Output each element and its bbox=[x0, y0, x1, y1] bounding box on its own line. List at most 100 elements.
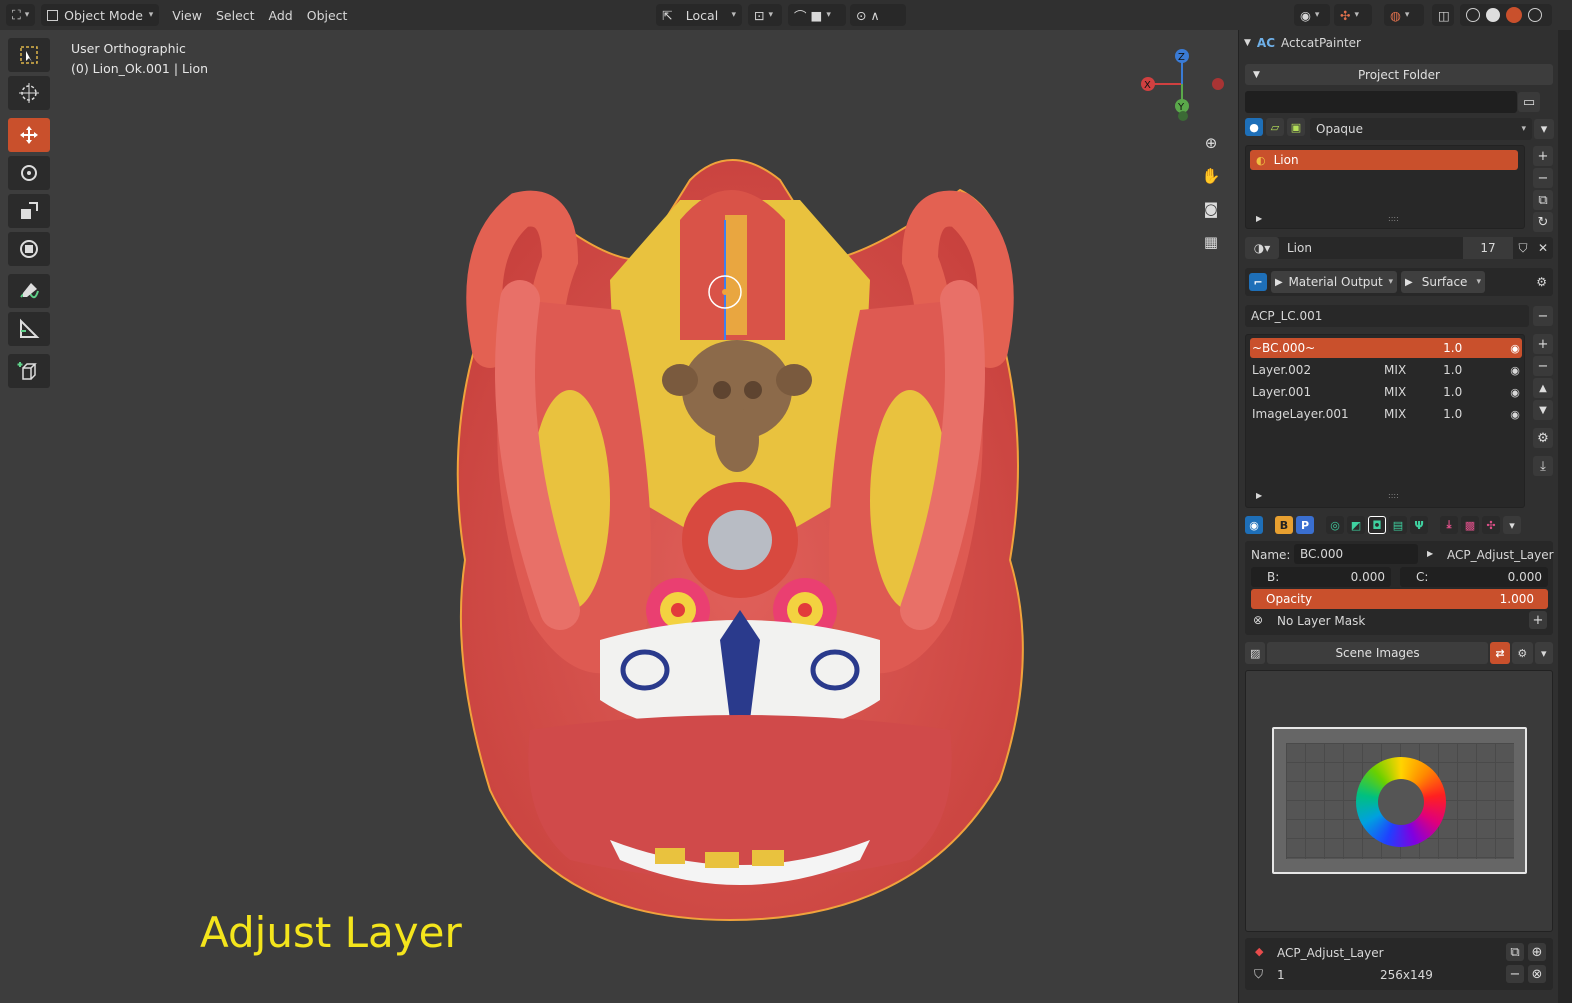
dropdown-icon[interactable]: ▾ bbox=[1534, 642, 1554, 664]
move-layer-up-icon[interactable]: ▲ bbox=[1533, 378, 1553, 398]
rotate-tool[interactable] bbox=[8, 156, 50, 190]
visibility-select[interactable]: ◉ ▾ bbox=[1294, 4, 1330, 26]
camera-icon[interactable]: ◙ bbox=[1197, 195, 1225, 223]
image-layer-icon[interactable]: ▤ bbox=[1389, 516, 1407, 534]
layer-settings-icon[interactable]: ⚙ bbox=[1533, 428, 1553, 448]
transform-layer-icon[interactable]: ✣ bbox=[1482, 516, 1500, 534]
lion-model[interactable] bbox=[440, 140, 1040, 930]
project-folder-path[interactable] bbox=[1245, 91, 1517, 113]
xray-toggle[interactable]: ◫ bbox=[1432, 4, 1454, 26]
adjust-layer-icon[interactable]: ◘ bbox=[1368, 516, 1386, 534]
navigation-gizmo[interactable]: X Z Y bbox=[1136, 46, 1232, 132]
fake-user-icon[interactable]: ⛉ bbox=[1513, 241, 1533, 256]
pan-hand-icon[interactable]: ✋ bbox=[1197, 162, 1225, 190]
editor-type-button[interactable]: ⛶ ▾ bbox=[6, 4, 36, 26]
eye-icon[interactable]: ◉ bbox=[1508, 408, 1522, 421]
pivot-point-select[interactable]: ⊡ ▾ bbox=[748, 4, 782, 26]
remove-collection-icon[interactable]: − bbox=[1533, 306, 1553, 326]
remove-image-icon[interactable]: − bbox=[1506, 965, 1524, 983]
remove-layer-icon[interactable]: − bbox=[1533, 356, 1553, 376]
solid-shading-icon[interactable] bbox=[1486, 8, 1500, 22]
output-node-select[interactable]: ▶ Material Output ▾ bbox=[1271, 271, 1397, 293]
layer-export-icon[interactable]: ⤓ bbox=[1533, 456, 1553, 476]
no-mask-icon[interactable]: ⊗ bbox=[1253, 613, 1263, 627]
image-icon[interactable]: ▨ bbox=[1245, 642, 1266, 664]
node-tree-icon[interactable]: ⌐ bbox=[1249, 273, 1267, 291]
checker-icon[interactable]: ▩ bbox=[1461, 516, 1479, 534]
image-thumbnail[interactable] bbox=[1272, 727, 1527, 874]
addon-panel-header[interactable]: ▼ AC ActcatPainter bbox=[1244, 33, 1556, 53]
move-layer-down-icon[interactable]: ▼ bbox=[1533, 400, 1553, 420]
3d-viewport[interactable]: User Orthographic (0) Lion_Ok.001 | Lion bbox=[0, 30, 1238, 1003]
cursor-tool[interactable] bbox=[8, 76, 50, 110]
measure-tool[interactable] bbox=[8, 312, 50, 346]
bake-layer-icon[interactable]: B bbox=[1275, 516, 1293, 534]
layer-name-field[interactable]: BC.000 bbox=[1294, 544, 1418, 564]
mode-select[interactable]: Object Mode ▾ bbox=[41, 4, 160, 26]
grid-icon[interactable]: ▦ bbox=[1197, 228, 1225, 256]
dropdown-menu-icon[interactable]: ▾ bbox=[1534, 119, 1554, 139]
sidebar-tabs[interactable] bbox=[1558, 30, 1572, 1003]
list-expand-icon[interactable]: ▶ bbox=[1256, 491, 1262, 500]
menu-add[interactable]: Add bbox=[262, 8, 300, 23]
scene-images-button[interactable]: Scene Images bbox=[1267, 642, 1488, 664]
material-selector[interactable]: ◑▾ Lion 17 ⛉ ✕ bbox=[1245, 237, 1553, 259]
add-mask-icon[interactable]: + bbox=[1529, 611, 1547, 629]
image-name[interactable]: ACP_Adjust_Layer bbox=[1277, 946, 1384, 960]
zoom-icon[interactable]: ⊕ bbox=[1197, 129, 1225, 157]
folder-icon[interactable]: ▭ bbox=[1518, 92, 1540, 112]
sync-icon[interactable]: ⇄ bbox=[1489, 642, 1511, 664]
project-folder-toggle[interactable]: ▼ Project Folder bbox=[1245, 64, 1553, 85]
unlink-icon[interactable]: ✕ bbox=[1533, 241, 1553, 255]
layer-collection-field[interactable]: ACP_LC.001 bbox=[1245, 305, 1529, 327]
shading-group[interactable] bbox=[1460, 4, 1552, 26]
list-resize-handle[interactable]: :::: bbox=[1388, 214, 1399, 223]
add-material-icon[interactable]: + bbox=[1533, 146, 1553, 166]
select-box-tool[interactable] bbox=[8, 38, 50, 72]
gradient-layer-icon[interactable]: ◩ bbox=[1347, 516, 1365, 534]
settings-gear-icon[interactable]: ⚙ bbox=[1536, 275, 1547, 289]
list-expand-icon[interactable]: ▶ bbox=[1256, 214, 1262, 223]
material-list-item[interactable]: ◐ Lion bbox=[1250, 150, 1518, 170]
opacity-slider[interactable]: Opacity 1.000 bbox=[1251, 589, 1548, 609]
remove-material-icon[interactable]: − bbox=[1533, 168, 1553, 188]
layer-row[interactable]: Layer.001 MIX 1.0 ◉ bbox=[1250, 382, 1522, 402]
material-browse-icon[interactable]: ◑▾ bbox=[1245, 237, 1279, 259]
material-name[interactable]: Lion bbox=[1279, 241, 1463, 255]
eye-icon[interactable]: ◉ bbox=[1508, 364, 1522, 377]
scale-tool[interactable] bbox=[8, 194, 50, 228]
layer-row[interactable]: ~BC.000~ 1.0 ◉ bbox=[1250, 338, 1522, 358]
annotate-tool[interactable] bbox=[8, 274, 50, 308]
copy-material-icon[interactable]: ⧉ bbox=[1533, 190, 1553, 210]
menu-object[interactable]: Object bbox=[300, 8, 355, 23]
add-cube-tool[interactable] bbox=[8, 354, 50, 388]
new-image-icon[interactable]: ⧉ bbox=[1506, 943, 1524, 961]
refresh-icon[interactable]: ↻ bbox=[1533, 212, 1553, 232]
wireframe-shading-icon[interactable] bbox=[1466, 8, 1480, 22]
move-tool[interactable] bbox=[8, 118, 50, 152]
snap-group[interactable]: ⌒ ■ ▾ bbox=[788, 4, 846, 26]
eye-icon[interactable]: ◉ bbox=[1508, 342, 1522, 355]
mix-layer-icon[interactable]: Ψ bbox=[1410, 516, 1428, 534]
image-settings-icon[interactable]: ⚙ bbox=[1512, 642, 1533, 664]
new-file-icon[interactable]: ▱ bbox=[1266, 118, 1284, 136]
blend-mode-select[interactable]: Opaque ▾ bbox=[1310, 118, 1532, 140]
menu-select[interactable]: Select bbox=[209, 8, 262, 23]
brightness-field[interactable]: B: 0.000 bbox=[1251, 567, 1391, 587]
save-file-icon[interactable]: ▣ bbox=[1287, 118, 1305, 136]
shield-icon[interactable]: ⛉ bbox=[1254, 967, 1263, 982]
proportional-edit-group[interactable]: ⊙ ∧ bbox=[850, 4, 906, 26]
import-layer-icon[interactable]: ⤓ bbox=[1440, 516, 1458, 534]
gizmo-toggle[interactable]: ✣ ▾ bbox=[1334, 4, 1372, 26]
more-options-icon[interactable]: ▾ bbox=[1503, 516, 1521, 534]
delete-image-icon[interactable]: ⊗ bbox=[1528, 965, 1546, 983]
paint-layer-icon[interactable]: P bbox=[1296, 516, 1314, 534]
overlay-toggle[interactable]: ◍ ▾ bbox=[1384, 4, 1424, 26]
menu-view[interactable]: View bbox=[165, 8, 209, 23]
layer-row[interactable]: ImageLayer.001 MIX 1.0 ◉ bbox=[1250, 404, 1522, 424]
fill-layer-icon[interactable]: ◎ bbox=[1326, 516, 1344, 534]
list-resize-handle[interactable]: :::: bbox=[1388, 491, 1399, 500]
sphere-preview-icon[interactable]: ● bbox=[1245, 118, 1263, 136]
layer-row[interactable]: Layer.002 MIX 1.0 ◉ bbox=[1250, 360, 1522, 380]
add-image-icon[interactable]: ⊕ bbox=[1528, 943, 1546, 961]
